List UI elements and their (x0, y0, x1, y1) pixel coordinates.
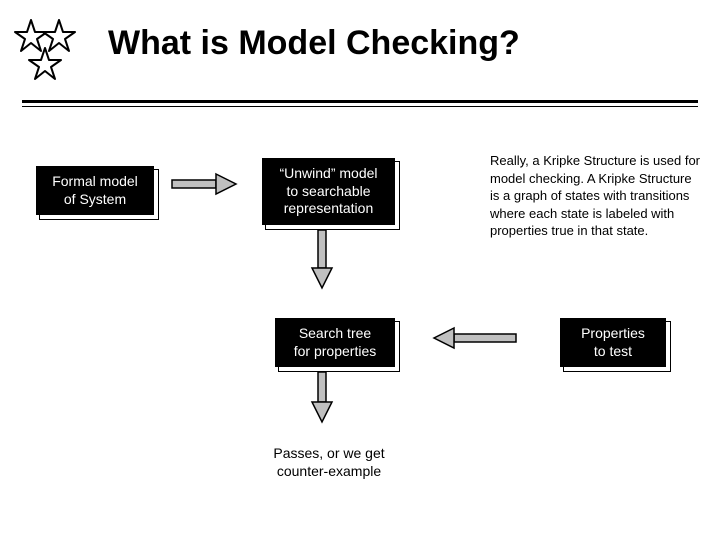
divider (22, 100, 698, 107)
page-title: What is Model Checking? (108, 24, 520, 63)
box-unwind-model: “Unwind” modelto searchablerepresentatio… (262, 158, 395, 225)
arrow-left-icon (430, 326, 520, 350)
logo-stars-icon (12, 18, 82, 89)
box-formal-model: Formal modelof System (36, 166, 154, 215)
box-properties: Propertiesto test (560, 318, 666, 367)
aside-kripke: Really, a Kripke Structure is used for m… (490, 152, 700, 240)
box-search-tree: Search treefor properties (275, 318, 395, 367)
arrow-down-icon (310, 228, 334, 292)
arrow-down-icon (310, 370, 334, 426)
arrow-right-icon (170, 172, 240, 196)
label-result: Passes, or we getcounter-example (264, 445, 394, 480)
